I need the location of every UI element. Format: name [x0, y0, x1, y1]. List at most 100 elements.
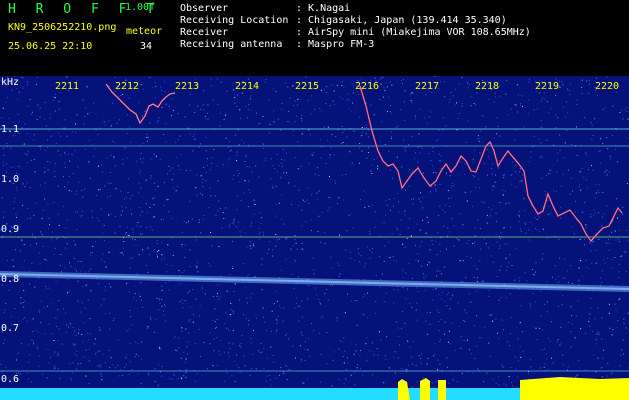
noise-speck — [514, 279, 516, 281]
noise-speck — [398, 201, 400, 203]
noise-speck — [556, 342, 558, 343]
noise-speck — [461, 76, 462, 78]
noise-speck — [318, 215, 320, 217]
noise-speck — [395, 126, 397, 128]
noise-speck — [359, 368, 361, 370]
noise-speck — [1, 197, 3, 199]
noise-speck — [119, 369, 121, 370]
noise-speck — [220, 112, 222, 114]
noise-speck — [222, 212, 224, 213]
noise-speck — [218, 350, 220, 352]
noise-speck — [371, 173, 373, 174]
noise-speck — [114, 215, 116, 217]
noise-speck — [499, 95, 501, 97]
noise-speck — [234, 96, 236, 98]
noise-speck — [173, 173, 175, 175]
noise-speck — [88, 383, 90, 385]
noise-speck — [528, 81, 530, 83]
noise-speck — [197, 271, 199, 273]
noise-speck — [73, 240, 75, 242]
noise-speck — [538, 92, 540, 94]
noise-speck — [148, 254, 150, 256]
noise-speck — [12, 135, 14, 137]
noise-speck — [482, 280, 484, 282]
noise-speck — [463, 339, 465, 341]
noise-speck — [189, 169, 191, 171]
noise-speck — [58, 108, 60, 110]
noise-speck — [89, 333, 91, 335]
noise-speck — [527, 373, 529, 375]
noise-speck — [386, 204, 388, 206]
noise-speck — [123, 241, 125, 242]
noise-speck — [44, 199, 46, 200]
noise-speck — [383, 260, 385, 262]
noise-speck — [482, 115, 484, 117]
noise-speck — [313, 152, 315, 154]
noise-speck — [71, 379, 73, 381]
noise-speck — [535, 262, 537, 264]
noise-speck — [109, 195, 111, 197]
noise-speck — [167, 244, 169, 246]
noise-speck — [223, 380, 225, 382]
noise-speck — [35, 202, 37, 204]
noise-speck — [91, 251, 93, 253]
noise-speck — [601, 367, 603, 369]
noise-speck — [95, 241, 97, 243]
noise-speck — [76, 368, 78, 370]
noise-speck — [502, 195, 504, 196]
noise-speck — [54, 365, 56, 367]
noise-speck — [416, 302, 418, 304]
noise-speck — [343, 129, 345, 131]
noise-speck — [478, 138, 480, 140]
noise-speck — [164, 91, 166, 93]
noise-speck — [129, 126, 131, 128]
noise-speck — [214, 321, 216, 322]
noise-speck — [295, 115, 297, 117]
noise-speck — [459, 213, 461, 215]
noise-speck — [430, 191, 431, 193]
noise-speck — [280, 176, 282, 178]
noise-speck — [272, 249, 274, 251]
noise-speck — [42, 245, 44, 247]
noise-speck — [157, 384, 159, 386]
noise-speck — [506, 341, 508, 343]
noise-speck — [414, 152, 416, 154]
noise-speck — [78, 329, 80, 331]
noise-speck — [68, 290, 70, 292]
noise-speck — [208, 207, 210, 209]
noise-speck — [405, 209, 407, 211]
noise-speck — [434, 353, 436, 355]
noise-speck — [576, 126, 577, 128]
noise-speck — [301, 225, 303, 227]
noise-speck — [234, 283, 236, 285]
noise-speck — [614, 257, 616, 258]
noise-speck — [154, 368, 156, 370]
noise-speck — [218, 245, 220, 247]
noise-speck — [246, 166, 248, 168]
noise-speck — [406, 238, 408, 239]
noise-speck — [518, 360, 519, 362]
noise-speck — [139, 172, 141, 174]
noise-speck — [414, 115, 416, 117]
noise-speck — [604, 262, 606, 264]
noise-speck — [116, 188, 118, 190]
noise-speck — [74, 211, 76, 213]
noise-speck — [6, 260, 8, 262]
noise-speck — [23, 244, 25, 245]
noise-speck — [254, 276, 256, 277]
noise-speck — [54, 163, 56, 165]
noise-speck — [26, 81, 28, 83]
noise-speck — [325, 92, 327, 93]
noise-speck — [153, 204, 155, 206]
noise-speck — [226, 372, 228, 374]
noise-speck — [163, 134, 164, 135]
noise-speck — [593, 354, 595, 356]
noise-speck — [50, 135, 52, 137]
noise-speck — [77, 363, 79, 365]
noise-speck — [153, 197, 155, 199]
noise-speck — [158, 250, 160, 251]
noise-speck — [518, 221, 520, 223]
noise-speck — [606, 375, 608, 377]
noise-speck — [196, 266, 198, 268]
noise-speck — [199, 305, 201, 307]
